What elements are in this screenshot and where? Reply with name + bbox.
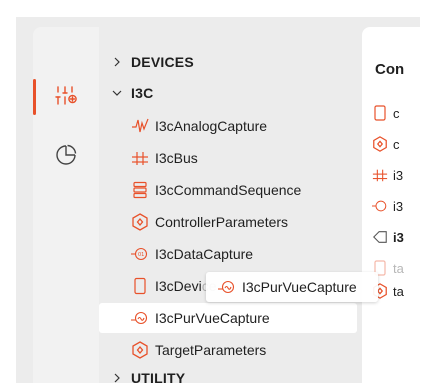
section-devices[interactable]: DEVICES <box>99 47 357 77</box>
bus-icon <box>372 167 388 183</box>
tree-item-label: ControllerParameters <box>155 214 289 230</box>
purvue-capture-icon <box>218 278 236 296</box>
panel-title: Con <box>375 61 405 78</box>
tree-item-label: I3cCommandSequence <box>155 182 302 198</box>
tree-item-controller-parameters[interactable]: ControllerParameters <box>99 207 357 237</box>
chevron-down-icon <box>111 87 123 99</box>
panel-row-label: i3 <box>393 167 404 183</box>
i3c-icon[interactable] <box>49 79 83 113</box>
controller-parameters-icon <box>372 136 388 152</box>
tree-item-target-parameters[interactable]: TargetParameters <box>99 335 357 365</box>
analog-capture-icon <box>131 117 149 135</box>
command-sequence-icon <box>131 181 149 199</box>
tree-item-label: I3cBus <box>155 150 198 166</box>
activity-bar <box>33 27 99 383</box>
tree-item-i3c-command-sequence[interactable]: I3cCommandSequence <box>99 175 357 205</box>
section-utility[interactable]: UTILITY <box>99 363 357 383</box>
controller-parameters-icon <box>131 213 149 231</box>
data-capture-icon <box>372 198 388 214</box>
target-parameters-icon <box>131 341 149 359</box>
panel-row[interactable]: ta <box>372 280 420 302</box>
panel-row[interactable]: i3 <box>372 195 420 217</box>
component-tree: DEVICES I3C I3cAnalogCapture I3cBus I3cC <box>99 27 357 383</box>
panel-row-label: i3 <box>393 229 404 245</box>
tree-item-label: TargetParameters <box>155 342 267 358</box>
panel-row-label: i3 <box>393 198 404 214</box>
panel-row-label: c <box>393 105 400 121</box>
tree-item-label: I3cAnalogCapture <box>155 118 268 134</box>
active-indicator <box>33 79 36 115</box>
tree-item-label: I3cPurVueCapture <box>155 310 270 326</box>
chart-pie-icon[interactable] <box>49 138 83 172</box>
section-i3c[interactable]: I3C <box>99 78 357 108</box>
pointer-icon <box>372 229 388 245</box>
device-icon <box>131 277 149 295</box>
device-icon <box>372 105 388 121</box>
panel-row[interactable]: ta <box>372 257 420 279</box>
chevron-right-icon <box>111 56 123 68</box>
chevron-right-icon <box>111 372 123 383</box>
panel-row-label: ta <box>393 283 404 299</box>
section-label: UTILITY <box>131 370 186 383</box>
panel-row[interactable]: c <box>372 133 420 155</box>
purvue-capture-icon <box>131 309 149 327</box>
panel-row-label: ta <box>393 260 404 276</box>
svg-text:01: 01 <box>138 252 144 258</box>
panel-row-label: c <box>393 136 400 152</box>
data-capture-icon: 01 <box>131 245 149 263</box>
panel-row[interactable]: c <box>372 102 420 124</box>
drag-ghost-label: I3cPurVueCapture <box>242 279 357 295</box>
panel-row[interactable]: i3 <box>372 226 420 248</box>
tree-item-i3c-purvue-capture[interactable]: I3cPurVueCapture <box>99 303 357 333</box>
panel-row[interactable]: i3 <box>372 164 420 186</box>
bus-icon <box>131 149 149 167</box>
canvas-panel: Con c c i3 i3 i3 ta ta <box>362 27 420 383</box>
section-label: I3C <box>131 85 154 101</box>
tree-item-i3c-data-capture[interactable]: 01 I3cDataCapture <box>99 239 357 269</box>
drag-ghost: I3cPurVueCapture <box>206 272 378 302</box>
tree-item-i3c-analog-capture[interactable]: I3cAnalogCapture <box>99 111 357 141</box>
section-label: DEVICES <box>131 54 194 70</box>
tree-item-label: I3cDataCapture <box>155 246 254 262</box>
tree-item-i3c-bus[interactable]: I3cBus <box>99 143 357 173</box>
app-frame: DEVICES I3C I3cAnalogCapture I3cBus I3cC <box>16 17 420 383</box>
